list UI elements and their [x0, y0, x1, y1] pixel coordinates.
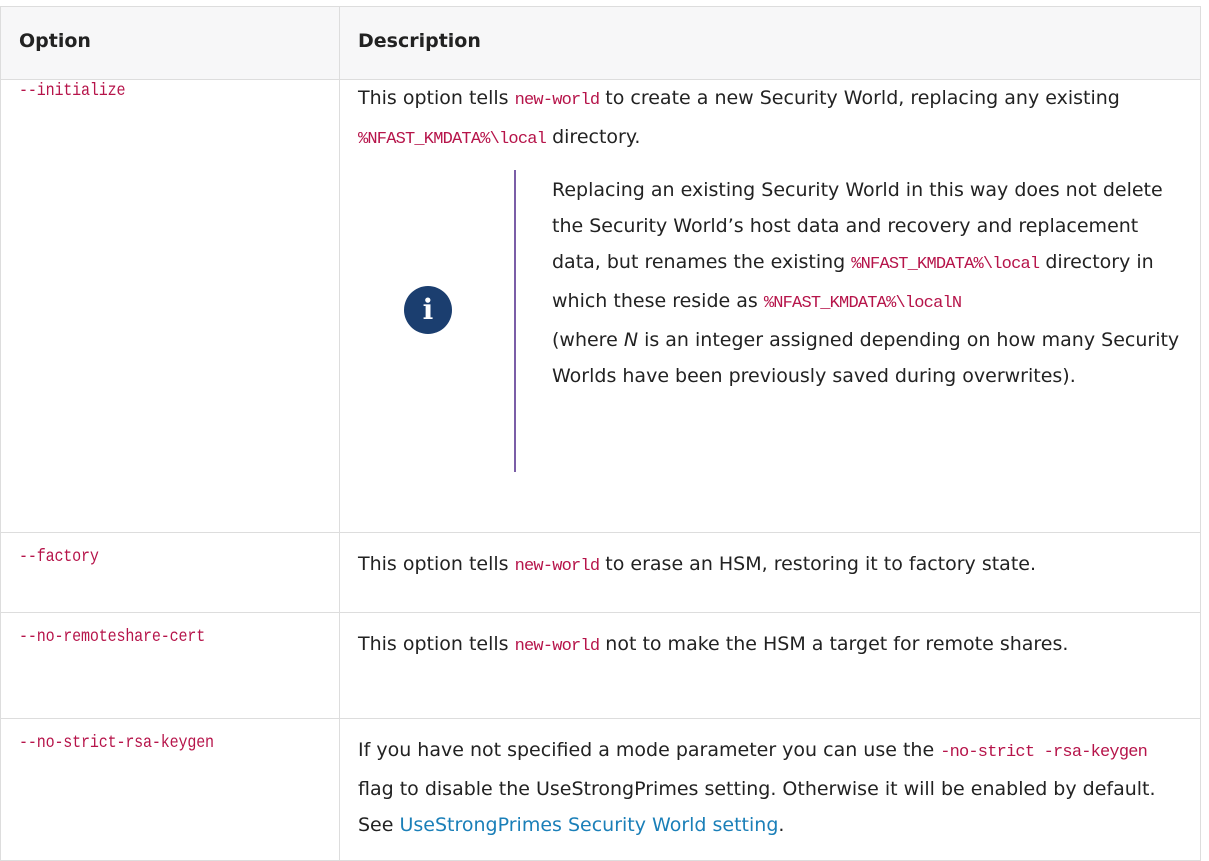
desc-text: If you have not specified a mode paramet…: [358, 739, 941, 761]
desc-text: to create a new Security World, replacin…: [599, 87, 1120, 109]
table-row: --no-remoteshare-cert This option tells …: [0, 612, 1201, 719]
code-new-world: new-world: [514, 557, 600, 576]
table-row: --initialize This option tells new-world…: [0, 79, 1201, 533]
description-text: This option tells new-world not to make …: [358, 626, 1158, 665]
description-cell: This option tells new-world not to make …: [339, 612, 1201, 719]
note-text-part: (where: [552, 329, 624, 351]
description-cell: This option tells new-world to create a …: [339, 79, 1201, 533]
option-cell: --factory: [0, 532, 340, 613]
table-row: --factory This option tells new-world to…: [0, 532, 1201, 613]
note-divider: [514, 170, 516, 472]
desc-text: This option tells: [358, 87, 515, 109]
code-new-world: new-world: [514, 637, 600, 656]
code-no-strict-rsa-keygen: -no-strict -rsa-keygen: [940, 743, 1148, 762]
desc-text: not to make the HSM a target for remote …: [599, 633, 1069, 655]
desc-text: to erase an HSM, restoring it to factory…: [599, 553, 1037, 575]
header-option: Option: [0, 6, 340, 80]
code-new-world: new-world: [514, 91, 600, 110]
description-text: This option tells new-world to create a …: [358, 80, 1200, 158]
option-cell: --no-strict-rsa-keygen: [0, 718, 340, 861]
info-icon: i: [404, 286, 452, 334]
option-factory: --factory: [19, 547, 99, 567]
desc-text: .: [778, 814, 785, 836]
option-cell: --no-remoteshare-cert: [0, 612, 340, 719]
description-text: This option tells new-world to erase an …: [358, 546, 1200, 585]
code-kmdata-local: %NFAST_KMDATA%\local: [851, 255, 1040, 274]
table-header-row: Option Description: [0, 6, 1201, 80]
note-emphasis: N: [623, 329, 639, 351]
description-cell: If you have not specified a mode paramet…: [339, 718, 1201, 861]
desc-text: directory.: [546, 126, 641, 148]
table-row: --no-strict-rsa-keygen If you have not s…: [0, 718, 1201, 861]
info-note: i Replacing an existing Security World i…: [358, 170, 1200, 472]
option-cell: --initialize: [0, 79, 340, 533]
note-text: Replacing an existing Security World in …: [552, 172, 1192, 394]
header-description: Description: [339, 6, 1201, 80]
note-text-part: is an integer assigned depending on how …: [552, 329, 1180, 387]
code-kmdata-local: %NFAST_KMDATA%\local: [358, 130, 547, 149]
option-initialize: --initialize: [19, 81, 126, 101]
description-cell: This option tells new-world to erase an …: [339, 532, 1201, 613]
code-kmdata-localn: %NFAST_KMDATA%\localN: [763, 294, 962, 313]
option-no-remoteshare-cert: --no-remoteshare-cert: [19, 627, 206, 647]
options-table: Option Description --initialize This opt…: [0, 6, 1201, 861]
option-no-strict-rsa-keygen: --no-strict-rsa-keygen: [19, 733, 214, 753]
desc-text: This option tells: [358, 633, 515, 655]
desc-text: This option tells: [358, 553, 515, 575]
description-text: If you have not specified a mode paramet…: [358, 732, 1188, 843]
usestrongprimes-link[interactable]: UseStrongPrimes Security World setting: [399, 814, 778, 836]
